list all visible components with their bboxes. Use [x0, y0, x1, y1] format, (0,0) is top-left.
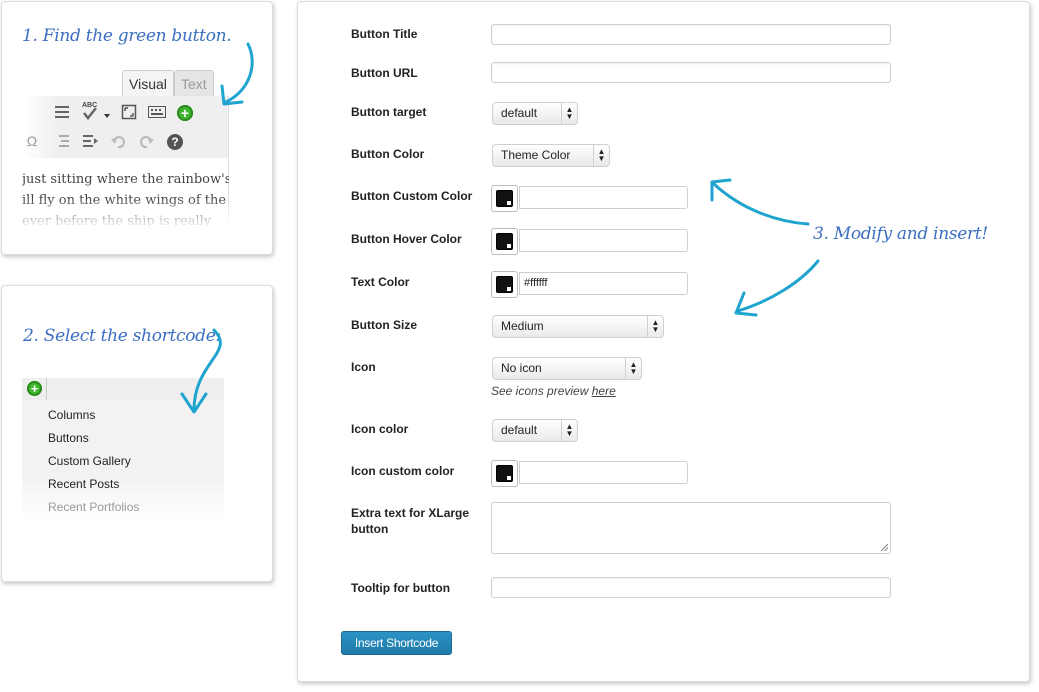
undo-icon[interactable] — [110, 134, 126, 150]
pointer-arrow-icon — [710, 178, 810, 226]
editor-line: ill fly on the white wings of the — [22, 193, 227, 208]
button-size-select[interactable]: Medium ▲ ▼ — [492, 315, 664, 338]
select-arrows-icon: ▲ ▼ — [561, 420, 577, 441]
button-size-value: Medium — [501, 319, 544, 333]
list-item-columns[interactable]: Columns — [48, 408, 95, 422]
editor-content: just sitting where the rainbow's ill fly… — [22, 159, 232, 229]
button-color-label: Button Color — [351, 147, 425, 161]
text-color-input[interactable]: #ffffff — [519, 272, 688, 295]
editor-line: just sitting where the rainbow's — [22, 172, 232, 187]
icons-preview-link[interactable]: here — [592, 384, 616, 398]
button-custom-color-input[interactable] — [519, 186, 688, 209]
outdent-icon[interactable] — [54, 134, 70, 150]
extra-text-textarea[interactable] — [491, 502, 891, 554]
text-color-label: Text Color — [351, 275, 410, 289]
list-item-custom-gallery[interactable]: Custom Gallery — [48, 454, 131, 468]
insert-shortcode-button[interactable]: Insert Shortcode — [341, 631, 452, 655]
pointer-arrow-icon — [220, 42, 254, 106]
button-target-value: default — [501, 106, 538, 120]
icons-preview-text: See icons preview — [491, 384, 592, 398]
step1-panel: 1. Find the green button. Visual Text AB… — [1, 1, 273, 255]
icon-label: Icon — [351, 360, 376, 374]
select-arrows-icon: ▲ ▼ — [647, 316, 663, 337]
tooltip-input[interactable] — [491, 577, 891, 598]
button-url-input[interactable] — [491, 62, 891, 83]
color-picker-swatch[interactable] — [491, 271, 518, 298]
list-item-recent-posts[interactable]: Recent Posts — [48, 477, 119, 491]
special-char-icon[interactable]: Ω — [24, 133, 40, 149]
icons-preview-note: See icons preview here — [491, 384, 616, 398]
icon-custom-color-input[interactable] — [519, 461, 688, 484]
color-swatch-icon — [496, 190, 513, 207]
extra-text-label: Extra text for XLarge button — [351, 506, 470, 536]
icon-color-label: Icon color — [351, 422, 409, 436]
horizontal-rule-icon[interactable] — [54, 104, 70, 120]
select-arrows-icon: ▲ ▼ — [561, 103, 577, 124]
resize-grip-icon[interactable] — [881, 544, 888, 551]
spellcheck-icon[interactable]: ABC — [82, 102, 112, 121]
step1-caption: 1. Find the green button. — [22, 26, 232, 46]
divider — [46, 378, 47, 400]
tab-visual[interactable]: Visual — [122, 70, 174, 97]
color-picker-swatch[interactable] — [491, 228, 518, 255]
button-target-label: Button target — [351, 105, 427, 119]
icon-select[interactable]: No icon ▲ ▼ — [492, 357, 642, 380]
icon-color-value: default — [501, 423, 538, 437]
shortcode-form-panel: Button Title Button URL Button target de… — [297, 1, 1030, 682]
icon-value: No icon — [501, 361, 542, 375]
button-hover-color-label: Button Hover Color — [351, 232, 462, 246]
green-add-shortcode-icon[interactable]: + — [177, 105, 193, 121]
button-title-label: Button Title — [351, 27, 418, 41]
green-add-shortcode-icon[interactable]: + — [27, 381, 42, 396]
list-item-recent-portfolios[interactable]: Recent Portfolios — [48, 500, 139, 514]
button-target-select[interactable]: default ▲ ▼ — [492, 102, 578, 125]
step3-caption: 3. Modify and insert! — [813, 224, 988, 244]
color-swatch-icon — [496, 465, 513, 482]
button-url-label: Button URL — [351, 66, 418, 80]
tooltip-label: Tooltip for button — [351, 581, 451, 595]
icon-custom-color-label: Icon custom color — [351, 464, 455, 478]
button-custom-color-label: Button Custom Color — [351, 189, 473, 203]
icon-color-select[interactable]: default ▲ ▼ — [492, 419, 578, 442]
button-color-value: Theme Color — [501, 148, 571, 162]
button-color-select[interactable]: Theme Color ▲ ▼ — [492, 144, 610, 167]
tab-text[interactable]: Text — [174, 70, 214, 97]
list-item-buttons[interactable]: Buttons — [48, 431, 89, 445]
button-title-input[interactable] — [491, 24, 891, 45]
editor-line: ever before the ship is really — [22, 214, 212, 229]
color-swatch-icon — [496, 233, 513, 250]
shortcode-list: Columns Buttons Custom Gallery Recent Po… — [22, 400, 224, 518]
select-arrows-icon: ▲ ▼ — [625, 358, 641, 379]
indent-icon[interactable] — [82, 134, 98, 150]
keyboard-icon[interactable] — [148, 104, 166, 120]
color-picker-swatch[interactable] — [491, 460, 518, 487]
select-arrows-icon: ▲ ▼ — [593, 145, 609, 166]
redo-icon[interactable] — [139, 134, 155, 150]
color-picker-swatch[interactable] — [491, 185, 518, 212]
button-hover-color-input[interactable] — [519, 229, 688, 252]
editor-toolbar: ABC + Ω ? — [22, 96, 229, 158]
button-size-label: Button Size — [351, 318, 417, 332]
help-icon[interactable]: ? — [167, 134, 183, 150]
pointer-arrow-icon — [734, 259, 820, 317]
fullscreen-icon[interactable] — [121, 104, 137, 120]
color-swatch-icon — [496, 276, 513, 293]
pointer-arrow-icon — [180, 328, 222, 414]
step2-panel: 2. Select the shortcode: + Columns Butto… — [1, 285, 273, 582]
